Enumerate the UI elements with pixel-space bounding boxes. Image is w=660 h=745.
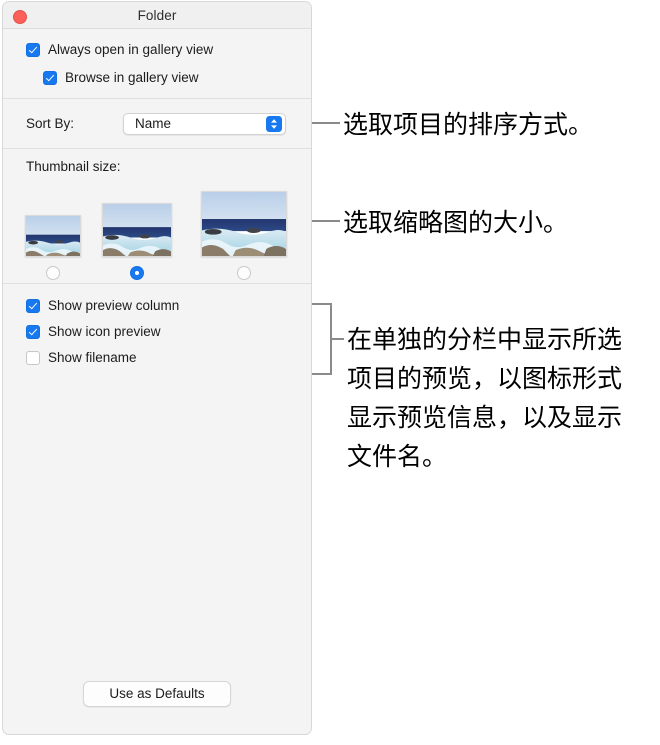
sort-by-label: Sort By: bbox=[26, 116, 75, 131]
coast-photo-icon bbox=[26, 216, 80, 256]
thumbnail-size-options bbox=[3, 180, 311, 280]
checkbox-label: Show filename bbox=[48, 350, 137, 365]
thumbnail-size-label: Thumbnail size: bbox=[26, 159, 121, 174]
sort-by-section: Sort By: Name bbox=[3, 99, 311, 148]
callout-text-sort: 选取项目的排序方式。 bbox=[343, 110, 594, 139]
thumbnail-option-large[interactable] bbox=[201, 191, 287, 280]
sort-by-row: Sort By: Name bbox=[3, 99, 311, 148]
folder-preferences-window: Folder Always open in gallery view Brows… bbox=[2, 1, 312, 735]
radio-thumbnail-small[interactable] bbox=[46, 266, 60, 280]
callout-leader-thumbnail bbox=[312, 220, 340, 222]
callout-text-thumbnail: 选取缩略图的大小。 bbox=[343, 208, 569, 237]
checkbox-label: Show preview column bbox=[48, 298, 180, 313]
checkbox-show-filename[interactable] bbox=[26, 350, 40, 365]
thumbnail-preview-large bbox=[201, 191, 287, 257]
callout-leader-sort bbox=[312, 122, 340, 124]
checkbox-always-open-gallery[interactable] bbox=[26, 42, 40, 57]
chevron-up-down-icon bbox=[266, 116, 282, 132]
thumbnail-preview-medium bbox=[102, 203, 172, 257]
thumbnail-option-medium[interactable] bbox=[102, 203, 172, 280]
sort-by-dropdown[interactable]: Name bbox=[123, 112, 286, 135]
checkbox-label: Show icon preview bbox=[48, 324, 161, 339]
checkbox-browse-gallery[interactable] bbox=[43, 70, 57, 85]
thumbnail-size-section: Thumbnail size: bbox=[3, 149, 311, 283]
coast-photo-icon bbox=[103, 204, 171, 256]
use-as-defaults-button[interactable]: Use as Defaults bbox=[83, 681, 231, 707]
radio-thumbnail-medium[interactable] bbox=[130, 266, 144, 280]
checkbox-row-show-filename[interactable]: Show filename bbox=[26, 347, 311, 368]
preview-options-section: Show preview column Show icon preview Sh… bbox=[3, 284, 311, 368]
thumbnail-option-small[interactable] bbox=[25, 215, 81, 280]
checkbox-label: Always open in gallery view bbox=[48, 42, 214, 57]
thumbnail-preview-small bbox=[25, 215, 81, 257]
checkbox-row-show-icon-preview[interactable]: Show icon preview bbox=[26, 321, 311, 342]
checkbox-row-show-preview-column[interactable]: Show preview column bbox=[26, 295, 311, 316]
callout-bracket-bottom bbox=[312, 373, 332, 375]
callout-bracket-top bbox=[312, 303, 332, 305]
checkbox-row-always-open-gallery[interactable]: Always open in gallery view bbox=[3, 39, 311, 60]
window-titlebar: Folder bbox=[3, 2, 311, 29]
callout-leader-preview bbox=[330, 338, 344, 340]
defaults-button-container: Use as Defaults bbox=[3, 681, 311, 707]
checkbox-row-browse-gallery[interactable]: Browse in gallery view bbox=[3, 67, 311, 88]
gallery-view-options-section: Always open in gallery view Browse in ga… bbox=[3, 29, 311, 98]
radio-thumbnail-large[interactable] bbox=[237, 266, 251, 280]
checkbox-show-icon-preview[interactable] bbox=[26, 324, 40, 339]
sort-by-value: Name bbox=[135, 116, 172, 131]
callout-text-preview: 在单独的分栏中显示所选 项目的预览，以图标形式 显示预览信息，以及显示 文件名。 bbox=[347, 325, 623, 471]
checkbox-show-preview-column[interactable] bbox=[26, 298, 40, 313]
checkbox-label: Browse in gallery view bbox=[65, 70, 199, 85]
coast-photo-icon bbox=[202, 192, 286, 256]
page-title: Folder bbox=[137, 8, 177, 23]
